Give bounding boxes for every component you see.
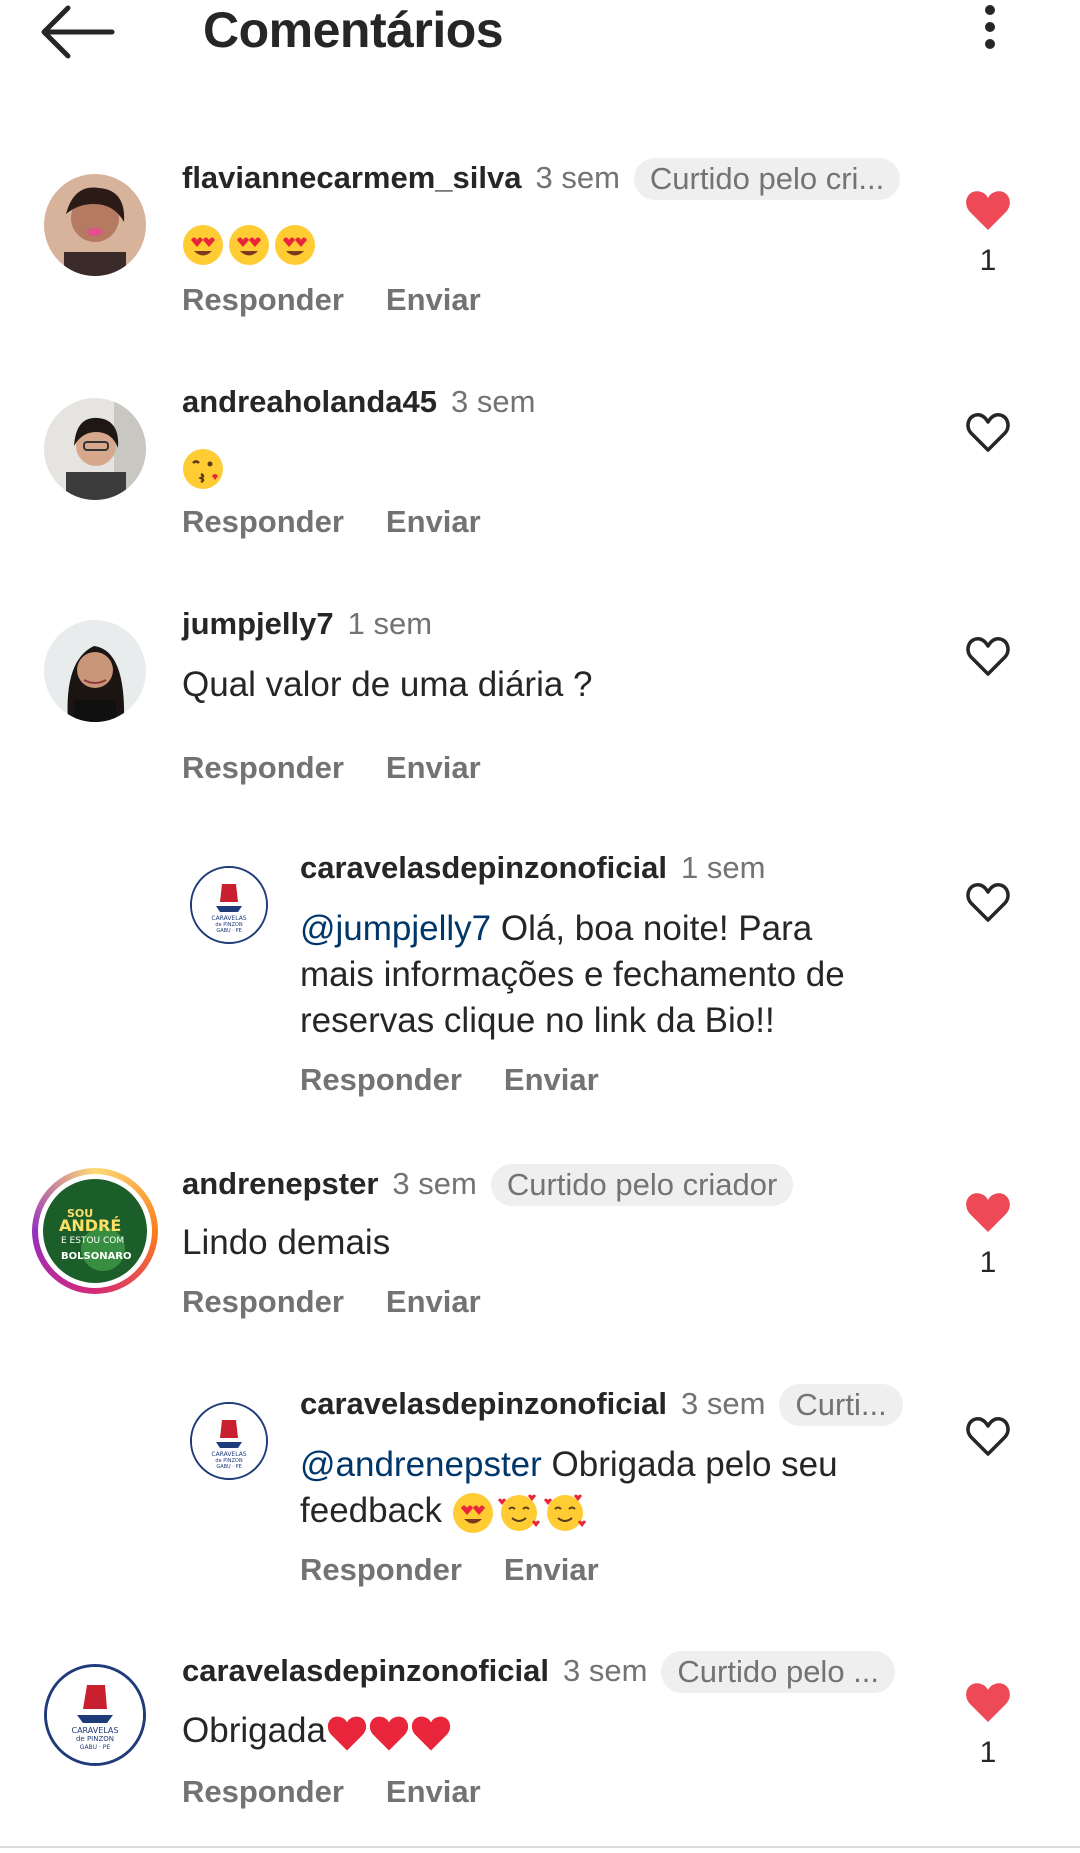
avatar[interactable] — [44, 174, 146, 276]
mention-link[interactable]: @jumpjelly7 — [300, 909, 491, 948]
heart-filled-icon[interactable] — [964, 1190, 1012, 1234]
heart-outline-icon[interactable] — [964, 880, 1012, 924]
comment-time: 3 sem — [562, 1653, 648, 1688]
comment-username[interactable]: andrenepster — [182, 1166, 378, 1201]
send-button[interactable]: Enviar — [386, 1284, 481, 1319]
reply-button[interactable]: Responder — [182, 750, 344, 785]
like-count: 1 — [979, 1736, 997, 1769]
comment-time: 1 sem — [680, 850, 766, 885]
heart-eyes-emoji-icon — [275, 224, 315, 265]
reply-button[interactable]: Responder — [182, 282, 344, 317]
send-button[interactable]: Enviar — [386, 750, 481, 785]
liked-by-creator-badge: Curtido pelo criador — [490, 1164, 794, 1206]
heart-eyes-emoji-icon — [183, 224, 223, 265]
comment-username[interactable]: jumpjelly7 — [182, 606, 334, 641]
brand-logo-avatar[interactable]: CARAVELAS de PINZON GABU · PE — [190, 1402, 268, 1480]
avatar-with-story-ring[interactable]: SOU ANDRÉ E ESTOU COM BOLSONARO — [32, 1168, 158, 1294]
comment-time: 3 sem — [680, 1386, 766, 1421]
avatar[interactable] — [44, 398, 146, 500]
brand-logo-avatar[interactable]: CARAVELAS de PINZON GABU · PE — [190, 866, 268, 944]
comment-username[interactable]: flaviannecarmem_silva — [182, 160, 522, 195]
comment-time: 3 sem — [535, 160, 620, 195]
red-heart-emoji-icon — [411, 1716, 451, 1751]
brand-logo-avatar[interactable]: CARAVELAS de PINZON GABU · PE — [44, 1664, 146, 1766]
comment-text-line: Obrigada — [182, 1711, 326, 1750]
logo-text-line: CARAVELAS — [72, 1726, 119, 1735]
send-button[interactable]: Enviar — [386, 504, 481, 539]
comment-time: 1 sem — [347, 606, 433, 641]
reply-button[interactable]: Responder — [182, 504, 344, 539]
comment-time: 3 sem — [392, 1166, 477, 1201]
logo-text-line: CARAVELAS — [211, 1451, 246, 1458]
liked-by-creator-badge: Curtido pelo ... — [661, 1651, 896, 1693]
smiling-hearts-emoji-icon — [543, 1494, 586, 1531]
comment-emojis — [182, 444, 228, 490]
comment-emojis — [182, 220, 320, 266]
reply-button[interactable]: Responder — [300, 1062, 462, 1097]
avatar-text-line: E ESTOU COM — [61, 1236, 124, 1246]
send-button[interactable]: Enviar — [386, 282, 481, 317]
send-button[interactable]: Enviar — [386, 1774, 481, 1809]
comment-username[interactable]: caravelasdepinzonoficial — [300, 850, 667, 885]
like-count: 1 — [979, 1246, 997, 1279]
comment-username[interactable]: andreaholanda45 — [182, 384, 437, 419]
heart-eyes-emoji-icon — [229, 224, 269, 265]
logo-text-line: GABU · PE — [216, 928, 241, 934]
reply-button[interactable]: Responder — [182, 1284, 344, 1319]
logo-text-line: CARAVELAS — [211, 915, 246, 922]
logo-text-line: GABU · PE — [80, 1744, 111, 1751]
heart-filled-icon[interactable] — [964, 188, 1012, 232]
reply-button[interactable]: Responder — [300, 1552, 462, 1587]
top-bar: Comentários — [0, 0, 1080, 70]
reply-button[interactable]: Responder — [182, 1774, 344, 1809]
send-button[interactable]: Enviar — [504, 1062, 599, 1097]
heart-filled-icon[interactable] — [964, 1680, 1012, 1724]
kiss-face-emoji-icon — [183, 448, 223, 489]
more-options-icon[interactable] — [970, 0, 1010, 60]
mention-link[interactable]: @andrenepster — [300, 1445, 542, 1484]
comment-text-line: mais informações e fechamento de — [300, 955, 845, 994]
comment-text-line: Obrigada pelo seu — [551, 1445, 838, 1484]
comment-text-line: reservas clique no link da Bio!! — [300, 1001, 775, 1040]
red-heart-emoji-icon — [369, 1716, 409, 1751]
send-button[interactable]: Enviar — [504, 1552, 599, 1587]
comment-text: Obrigada — [182, 1708, 452, 1754]
back-arrow-icon[interactable] — [40, 4, 116, 60]
avatar-text-line: BOLSONARO — [61, 1251, 132, 1262]
comment-text: @jumpjelly7 Olá, boa noite! Para mais in… — [300, 906, 920, 1044]
comment-text-line: Olá, boa noite! Para — [500, 909, 813, 948]
liked-by-creator-badge: Curti... — [779, 1384, 903, 1426]
heart-eyes-emoji-icon — [452, 1492, 493, 1533]
avatar[interactable] — [44, 620, 146, 722]
heart-outline-icon[interactable] — [964, 634, 1012, 678]
smiling-hearts-emoji-icon — [497, 1494, 540, 1531]
page-title: Comentários — [203, 2, 504, 58]
comment-text-line: feedback — [300, 1491, 443, 1530]
comment-text: Lindo demais — [182, 1223, 391, 1262]
logo-text-line: GABU · PE — [216, 1464, 241, 1470]
heart-outline-icon[interactable] — [964, 1414, 1012, 1458]
liked-by-creator-badge: Curtido pelo cri... — [633, 158, 901, 200]
comment-username[interactable]: caravelasdepinzonoficial — [300, 1386, 667, 1421]
avatar-text-line: ANDRÉ — [59, 1216, 121, 1235]
comment-text: Qual valor de uma diária ? — [182, 665, 593, 704]
divider — [0, 1846, 1080, 1848]
like-count: 1 — [979, 244, 997, 277]
comment-time: 3 sem — [450, 384, 536, 419]
heart-outline-icon[interactable] — [964, 410, 1012, 454]
comment-username[interactable]: caravelasdepinzonoficial — [182, 1653, 549, 1688]
red-heart-emoji-icon — [327, 1716, 367, 1751]
logo-text-line: de PINZON — [76, 1735, 114, 1743]
comment-text: @andrenepster Obrigada pelo seu feedback — [300, 1442, 920, 1534]
